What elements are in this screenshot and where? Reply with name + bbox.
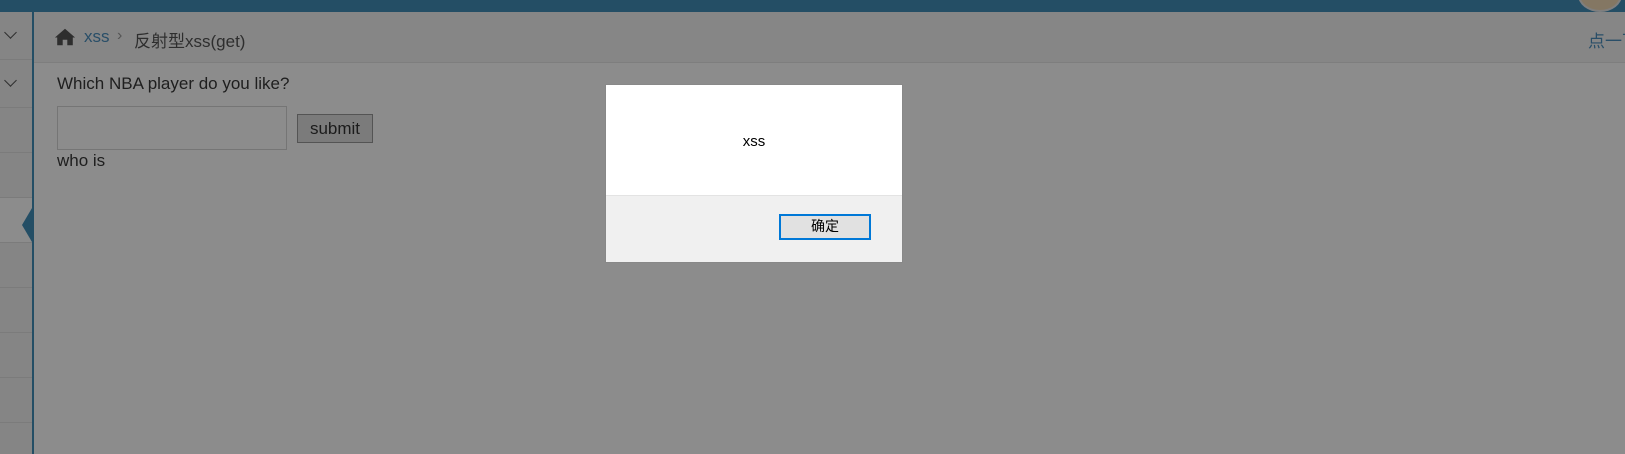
alert-body: xss: [606, 85, 902, 196]
alert-dialog: xss 确定: [605, 84, 903, 263]
alert-ok-button[interactable]: 确定: [779, 214, 871, 240]
alert-message: xss: [742, 133, 766, 150]
